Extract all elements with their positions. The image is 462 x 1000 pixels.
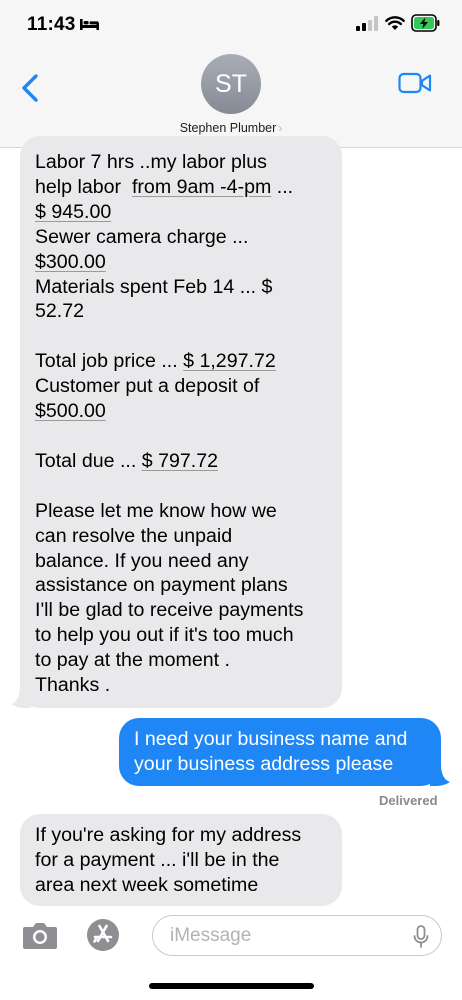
amount-link[interactable]: $ 945.00 <box>35 200 327 225</box>
camera-icon[interactable] <box>22 920 58 950</box>
message-line: Materials spent Feb 14 ... $ <box>35 275 273 298</box>
date-time-link[interactable]: from 9am -4-pm <box>132 176 271 198</box>
amount-link[interactable]: $ 797.72 <box>142 450 218 472</box>
outgoing-message-bubble[interactable]: I need your business name and your busin… <box>119 718 441 786</box>
message-line: Please let me know how we <box>35 499 277 522</box>
app-store-icon[interactable] <box>86 918 120 952</box>
bubble-tail <box>430 764 450 786</box>
message-line: I need your business name and <box>134 728 408 750</box>
message-line: for a payment ... i'll be in the <box>35 848 280 871</box>
message-line: ​ <box>35 474 327 499</box>
message-line: ​ <box>35 324 327 349</box>
bed-icon <box>80 19 99 30</box>
input-placeholder: iMessage <box>170 925 252 946</box>
message-line: help labor from 9am -4-pm ... <box>35 175 294 198</box>
conversation-header: ST Stephen Plumber › <box>0 48 462 148</box>
message-line: to pay at the moment . <box>35 649 230 672</box>
message-line: Total job price ... $ 1,297.72 <box>35 350 276 373</box>
microphone-icon[interactable] <box>413 925 429 949</box>
amount-link[interactable]: $500.00 <box>35 399 327 424</box>
status-bar: 11:43 <box>0 0 462 48</box>
back-button[interactable] <box>14 70 44 106</box>
message-line: Labor 7 hrs ..my labor plus <box>35 151 267 173</box>
chevron-right-icon: › <box>278 121 283 135</box>
video-camera-icon[interactable] <box>398 72 432 94</box>
message-line: ​ <box>35 424 327 449</box>
message-line: assistance on payment plans <box>35 574 288 597</box>
incoming-message-bubble[interactable]: Labor 7 hrs ..my labor plus help labor f… <box>20 136 342 708</box>
contact-name-button[interactable]: Stephen Plumber › <box>0 121 462 135</box>
amount-link[interactable]: $ 1,297.72 <box>183 350 276 372</box>
message-line: Sewer camera charge ... <box>35 225 249 248</box>
battery-charging-icon <box>411 14 440 32</box>
message-line: 52.72 <box>35 300 85 323</box>
incoming-message-bubble[interactable]: If you're asking for my address for a pa… <box>20 814 342 906</box>
message-line: Total due ... $ 797.72 <box>35 449 219 472</box>
delivery-status: Delivered <box>379 793 438 808</box>
wifi-icon <box>385 16 405 30</box>
message-line: balance. If you need any <box>35 549 249 572</box>
home-indicator[interactable] <box>149 983 314 989</box>
contact-avatar[interactable]: ST <box>201 54 261 114</box>
signal-icon <box>356 16 378 31</box>
imessage-input[interactable]: iMessage <box>152 915 442 956</box>
message-line: I'll be glad to receive payments <box>35 599 304 622</box>
contact-name: Stephen Plumber <box>179 121 277 135</box>
message-line: Customer put a deposit of <box>35 375 260 398</box>
bubble-tail <box>11 686 31 708</box>
amount-link[interactable]: $300.00 <box>35 250 327 275</box>
message-line: Thanks . <box>35 674 111 697</box>
message-line: If you're asking for my address <box>35 824 302 846</box>
message-line: your business address please <box>134 752 394 775</box>
message-line: to help you out if it's too much <box>35 624 294 647</box>
status-time: 11:43 <box>27 14 76 35</box>
message-line: can resolve the unpaid <box>35 524 233 547</box>
message-line: area next week sometime <box>35 873 259 896</box>
